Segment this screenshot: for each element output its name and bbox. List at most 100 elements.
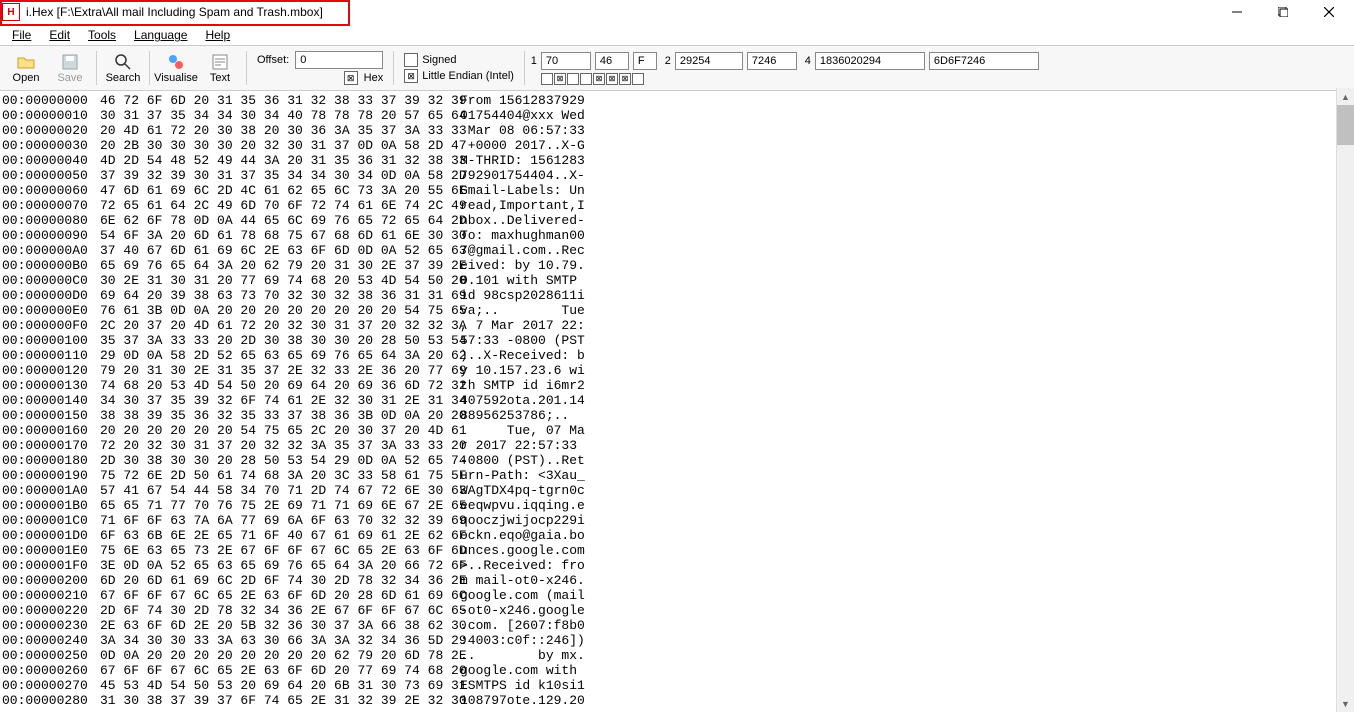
hex-bytes[interactable]: 75 72 6E 2D 50 61 74 68 3A 20 3C 33 58 6… <box>100 468 436 483</box>
hex-bytes[interactable]: 65 69 76 65 64 3A 20 62 79 20 31 30 2E 3… <box>100 258 436 273</box>
hex-row[interactable]: 00:000000F02C 20 37 20 4D 61 72 20 32 30… <box>2 318 1354 333</box>
menu-help[interactable]: Help <box>197 26 238 44</box>
hex-row[interactable]: 00:000001F03E 0D 0A 52 65 63 65 69 76 65… <box>2 558 1354 573</box>
hex-view[interactable]: 00:0000000046 72 6F 6D 20 31 35 36 31 32… <box>0 91 1354 712</box>
hex-bytes[interactable]: 69 64 20 39 38 63 73 70 32 30 32 38 36 3… <box>100 288 436 303</box>
open-button[interactable]: Open <box>4 48 48 88</box>
hex-ascii[interactable]: 407592ota.201.14 <box>436 393 585 408</box>
hex-row[interactable]: 00:0000012079 20 31 30 2E 31 35 37 2E 32… <box>2 363 1354 378</box>
visualise-button[interactable]: Visualise <box>154 48 198 88</box>
hex-bytes[interactable]: 65 65 71 77 70 76 75 2E 69 71 71 69 6E 6… <box>100 498 436 513</box>
vertical-scrollbar[interactable]: ▲ ▼ <box>1336 88 1354 712</box>
hex-ascii[interactable]: read,Important,I <box>436 198 585 213</box>
hex-bytes[interactable]: 34 30 37 35 39 32 6F 74 61 2E 32 30 31 2… <box>100 393 436 408</box>
hex-bytes[interactable]: 20 20 20 20 20 20 54 75 65 2C 20 30 37 2… <box>100 423 436 438</box>
hex-ascii[interactable]: qooczjwijocp229i <box>436 513 585 528</box>
hex-bytes[interactable]: 74 68 20 53 4D 54 50 20 69 64 20 69 36 6… <box>100 378 436 393</box>
hex-ascii[interactable]: M-THRID: 1561283 <box>436 153 585 168</box>
hex-ascii[interactable]: google.com (mail <box>436 588 585 603</box>
hex-row[interactable]: 00:0000003020 2B 30 30 30 30 20 32 30 31… <box>2 138 1354 153</box>
hex-row[interactable]: 00:0000005037 39 32 39 30 31 37 35 34 34… <box>2 168 1354 183</box>
hex-row[interactable]: 00:000002403A 34 30 30 33 3A 63 30 66 3A… <box>2 633 1354 648</box>
int1-char[interactable]: F <box>633 52 657 70</box>
hex-ascii[interactable]: th SMTP id i6mr2 <box>436 378 585 393</box>
hex-ascii[interactable]: id 98csp2028611i <box>436 288 585 303</box>
hex-ascii[interactable]: Tue, 07 Ma <box>436 423 585 438</box>
menu-edit[interactable]: Edit <box>41 26 78 44</box>
minimize-button[interactable] <box>1214 0 1260 24</box>
scroll-thumb[interactable] <box>1337 105 1354 145</box>
hex-bytes[interactable]: 2D 6F 74 30 2D 78 32 34 36 2E 67 6F 6F 6… <box>100 603 436 618</box>
hex-bytes[interactable]: 46 72 6F 6D 20 31 35 36 31 32 38 33 37 3… <box>100 93 436 108</box>
hex-bytes[interactable]: 6D 20 6D 61 69 6C 2D 6F 74 30 2D 78 32 3… <box>100 573 436 588</box>
hex-ascii[interactable]: To: maxhughman00 <box>436 228 585 243</box>
int4-dec[interactable]: 1836020294 <box>815 52 925 70</box>
hex-ascii[interactable]: -0800 (PST)..Ret <box>436 453 585 468</box>
hex-ascii[interactable]: 108797ote.129.20 <box>436 693 585 708</box>
hex-bytes[interactable]: 47 6D 61 69 6C 2D 4C 61 62 65 6C 73 3A 2… <box>100 183 436 198</box>
hex-ascii[interactable]: From 15612837929 <box>436 93 585 108</box>
hex-row[interactable]: 00:0000017072 20 32 30 31 37 20 32 32 3A… <box>2 438 1354 453</box>
scroll-down-button[interactable]: ▼ <box>1337 695 1354 712</box>
hex-ascii[interactable]: ESMTPS id k10si1 <box>436 678 585 693</box>
scroll-up-button[interactable]: ▲ <box>1337 88 1354 105</box>
signed-checkbox[interactable] <box>404 53 418 67</box>
hex-row[interactable]: 00:000002302E 63 6F 6D 2E 20 5B 32 36 30… <box>2 618 1354 633</box>
hex-bytes[interactable]: 37 39 32 39 30 31 37 35 34 34 30 34 0D 0… <box>100 168 436 183</box>
hex-row[interactable]: 00:000000806E 62 6F 78 0D 0A 44 65 6C 69… <box>2 213 1354 228</box>
int4-hex[interactable]: 6D6F7246 <box>929 52 1039 70</box>
hex-ascii[interactable]: va;.. Tue <box>436 303 585 318</box>
hex-bytes[interactable]: 54 6F 3A 20 6D 61 78 68 75 67 68 6D 61 6… <box>100 228 436 243</box>
hex-row[interactable]: 00:000000A037 40 67 6D 61 69 6C 2E 63 6F… <box>2 243 1354 258</box>
hex-bytes[interactable]: 29 0D 0A 58 2D 52 65 63 65 69 76 65 64 3… <box>100 348 436 363</box>
hex-ascii[interactable]: unces.google.com <box>436 543 585 558</box>
hex-bytes[interactable]: 6E 62 6F 78 0D 0A 44 65 6C 69 76 65 72 6… <box>100 213 436 228</box>
hex-bytes[interactable]: 3A 34 30 30 33 3A 63 30 66 3A 3A 32 34 3… <box>100 633 436 648</box>
hex-row[interactable]: 00:000000404D 2D 54 48 52 49 44 3A 20 31… <box>2 153 1354 168</box>
hex-bytes[interactable]: 38 38 39 35 36 32 35 33 37 38 36 3B 0D 0… <box>100 408 436 423</box>
hex-ascii[interactable]: +0000 2017..X-G <box>436 138 585 153</box>
hex-bytes[interactable]: 31 30 38 37 39 37 6F 74 65 2E 31 32 39 2… <box>100 693 436 708</box>
hex-ascii[interactable]: Mar 08 06:57:33 <box>436 123 585 138</box>
hex-bytes[interactable]: 2E 63 6F 6D 2E 20 5B 32 36 30 37 3A 66 3… <box>100 618 436 633</box>
hex-bytes[interactable]: 2C 20 37 20 4D 61 72 20 32 30 31 37 20 3… <box>100 318 436 333</box>
hex-ascii[interactable]: eeqwpvu.iqqing.e <box>436 498 585 513</box>
hex-row[interactable]: 00:0000026067 6F 6F 67 6C 65 2E 63 6F 6D… <box>2 663 1354 678</box>
hex-bytes[interactable]: 57 41 67 54 44 58 34 70 71 2D 74 67 72 6… <box>100 483 436 498</box>
int1-dec[interactable]: 70 <box>541 52 591 70</box>
hex-bytes[interactable]: 35 37 3A 33 33 20 2D 30 38 30 30 20 28 5… <box>100 333 436 348</box>
hex-bytes[interactable]: 67 6F 6F 67 6C 65 2E 63 6F 6D 20 28 6D 6… <box>100 588 436 603</box>
hex-row[interactable]: 00:000001C071 6F 6F 63 7A 6A 77 69 6A 6F… <box>2 513 1354 528</box>
menu-file[interactable]: File <box>4 26 39 44</box>
hex-ascii[interactable]: 792901754404..X- <box>436 168 585 183</box>
hex-ascii[interactable]: >..Received: fro <box>436 558 585 573</box>
hex-ascii[interactable]: m mail-ot0-x246. <box>436 573 585 588</box>
hex-row[interactable]: 00:0000009054 6F 3A 20 6D 61 78 68 75 67… <box>2 228 1354 243</box>
bit0[interactable] <box>632 73 644 85</box>
hex-ascii[interactable]: y 10.157.23.6 wi <box>436 363 585 378</box>
hex-ascii[interactable]: eived: by 10.79. <box>436 258 585 273</box>
hex-row[interactable]: 00:0000014034 30 37 35 39 32 6F 74 61 2E… <box>2 393 1354 408</box>
bit3[interactable]: ⊠ <box>593 73 605 85</box>
hex-bytes[interactable]: 6F 63 6B 6E 2E 65 71 6F 40 67 61 69 61 2… <box>100 528 436 543</box>
hex-row[interactable]: 00:0000013074 68 20 53 4D 54 50 20 69 64… <box>2 378 1354 393</box>
maximize-button[interactable] <box>1260 0 1306 24</box>
hex-bytes[interactable]: 4D 2D 54 48 52 49 44 3A 20 31 35 36 31 3… <box>100 153 436 168</box>
hex-ascii[interactable]: 0.101 with SMTP <box>436 273 585 288</box>
hex-bytes[interactable]: 45 53 4D 54 50 53 20 69 64 20 6B 31 30 7… <box>100 678 436 693</box>
endian-checkbox[interactable]: ⊠ <box>404 69 418 83</box>
hex-row[interactable]: 00:0000010035 37 3A 33 33 20 2D 30 38 30… <box>2 333 1354 348</box>
hex-ascii[interactable]: ockn.eqo@gaia.bo <box>436 528 585 543</box>
hex-bytes[interactable]: 0D 0A 20 20 20 20 20 20 20 20 62 79 20 6… <box>100 648 436 663</box>
hex-bytes[interactable]: 67 6F 6F 67 6C 65 2E 63 6F 6D 20 77 69 7… <box>100 663 436 678</box>
int2-hex[interactable]: 7246 <box>747 52 797 70</box>
hex-bytes[interactable]: 2D 30 38 30 30 20 28 50 53 54 29 0D 0A 5… <box>100 453 436 468</box>
hex-bytes[interactable]: 76 61 3B 0D 0A 20 20 20 20 20 20 20 20 5… <box>100 303 436 318</box>
hex-bytes[interactable]: 72 65 61 64 2C 49 6D 70 6F 72 74 61 6E 7… <box>100 198 436 213</box>
hex-ascii[interactable]: , 7 Mar 2017 22: <box>436 318 585 333</box>
hex-ascii[interactable]: .com. [2607:f8b0 <box>436 618 585 633</box>
hex-row[interactable]: 00:0000011029 0D 0A 58 2D 52 65 63 65 69… <box>2 348 1354 363</box>
hex-row[interactable]: 00:0000019075 72 6E 2D 50 61 74 68 3A 20… <box>2 468 1354 483</box>
hex-row[interactable]: 00:0000007072 65 61 64 2C 49 6D 70 6F 72… <box>2 198 1354 213</box>
hex-ascii[interactable]: nbox..Delivered- <box>436 213 585 228</box>
